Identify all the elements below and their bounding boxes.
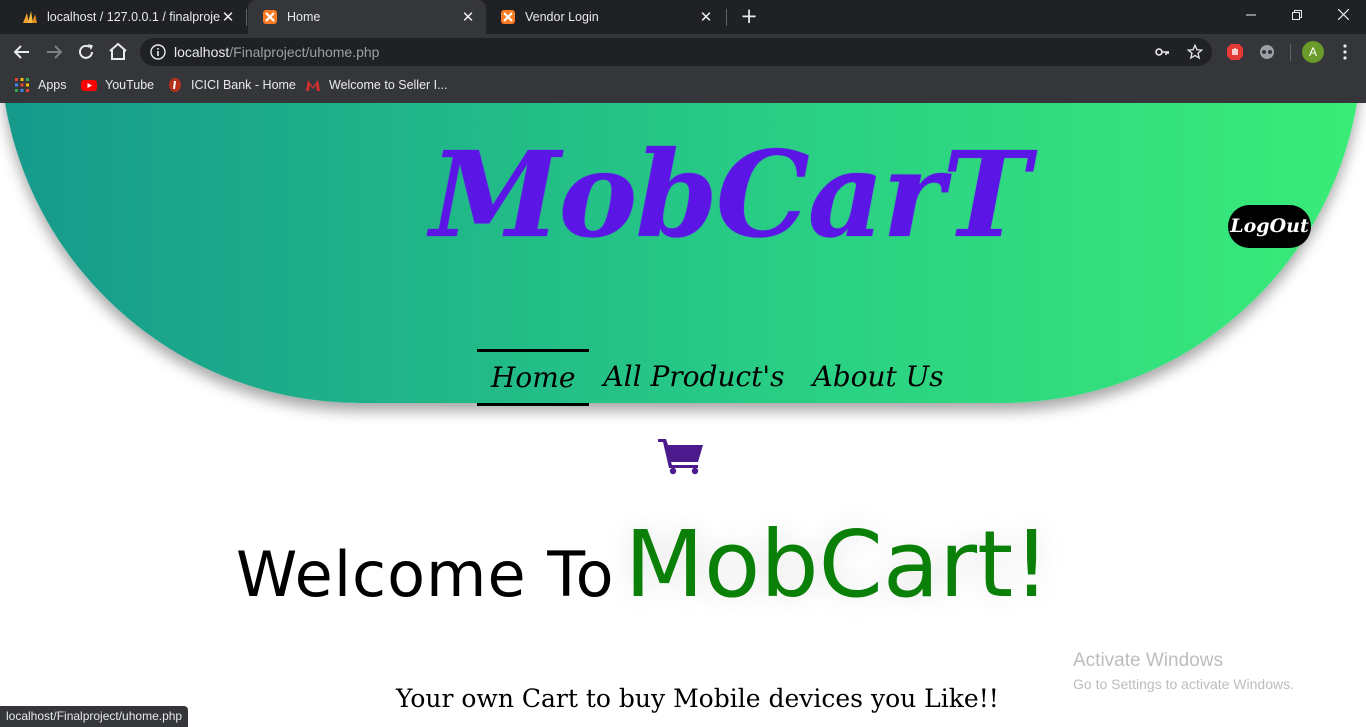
youtube-icon bbox=[81, 80, 97, 91]
bookmark-apps[interactable]: Apps bbox=[14, 77, 67, 93]
restore-button[interactable] bbox=[1274, 0, 1320, 30]
close-icon bbox=[1337, 8, 1349, 21]
new-tab-button[interactable]: + bbox=[737, 5, 761, 29]
tab-divider bbox=[246, 9, 247, 26]
url-text: localhost/Finalproject/uhome.php bbox=[174, 44, 379, 60]
url-path: /Finalproject/uhome.php bbox=[229, 44, 380, 60]
forward-icon[interactable] bbox=[42, 40, 66, 64]
menu-kebab-icon[interactable] bbox=[1336, 43, 1354, 61]
close-tab-icon[interactable]: ✕ bbox=[220, 8, 236, 26]
close-tab-icon[interactable]: ✕ bbox=[698, 8, 714, 26]
tab-title: localhost / 127.0.0.1 / finalproject bbox=[47, 10, 220, 24]
welcome-prefix: Welcome To bbox=[236, 538, 615, 611]
nav-home[interactable]: Home bbox=[477, 349, 590, 406]
tab-strip: localhost / 127.0.0.1 / finalproject ✕ H… bbox=[0, 0, 1366, 34]
activate-subtitle: Go to Settings to activate Windows. bbox=[1073, 676, 1294, 692]
minimize-icon bbox=[1246, 14, 1256, 15]
xampp-icon bbox=[501, 10, 515, 24]
phpmyadmin-icon bbox=[23, 11, 37, 23]
reload-icon[interactable] bbox=[74, 40, 98, 64]
page-viewport: MobCarT LogOut Home All Product's About … bbox=[0, 103, 1366, 727]
logout-button[interactable]: LogOut bbox=[1228, 205, 1311, 248]
site-logo[interactable]: MobCarT bbox=[430, 125, 1030, 264]
shopping-cart-icon[interactable] bbox=[658, 437, 704, 475]
home-icon[interactable] bbox=[106, 40, 130, 64]
key-icon[interactable] bbox=[1154, 44, 1170, 60]
tab-title: Home bbox=[287, 10, 321, 24]
restore-icon bbox=[1292, 9, 1302, 20]
activate-title: Activate Windows bbox=[1073, 650, 1223, 671]
bookmarks-bar: Apps YouTube ICICI Bank - Home Welcome t… bbox=[0, 70, 1366, 103]
welcome-heading: Welcome To MobCart! bbox=[236, 511, 1050, 618]
welcome-brand: MobCart! bbox=[624, 511, 1051, 618]
tab-phpmyadmin[interactable]: localhost / 127.0.0.1 / finalproject ✕ bbox=[8, 0, 246, 34]
avatar[interactable]: A bbox=[1302, 41, 1324, 63]
adblock-extension-icon[interactable] bbox=[1226, 43, 1244, 61]
info-icon[interactable] bbox=[150, 44, 166, 60]
bookmark-youtube[interactable]: YouTube bbox=[81, 77, 154, 93]
close-tab-icon[interactable]: ✕ bbox=[460, 8, 476, 26]
tagline: Your own Cart to buy Mobile devices you … bbox=[396, 684, 999, 713]
bookmark-seller[interactable]: Welcome to Seller I... bbox=[305, 77, 448, 93]
main-nav: Home All Product's About Us bbox=[477, 349, 972, 406]
xampp-icon bbox=[263, 10, 277, 24]
bookmark-label: Welcome to Seller I... bbox=[329, 78, 448, 92]
tab-vendor-login[interactable]: Vendor Login ✕ bbox=[486, 0, 724, 34]
url-host: localhost bbox=[174, 44, 230, 60]
bookmark-icici[interactable]: ICICI Bank - Home bbox=[167, 77, 296, 93]
address-bar[interactable]: localhost/Finalproject/uhome.php bbox=[140, 38, 1212, 66]
extension-icon[interactable] bbox=[1258, 43, 1276, 61]
star-icon[interactable] bbox=[1186, 43, 1204, 61]
bookmark-label: YouTube bbox=[105, 78, 155, 92]
toolbar-divider bbox=[1290, 44, 1291, 61]
minimize-button[interactable] bbox=[1228, 0, 1274, 30]
nav-all-products[interactable]: All Product's bbox=[603, 349, 784, 406]
seller-icon bbox=[306, 80, 320, 91]
tab-divider bbox=[726, 9, 727, 26]
bookmark-label: Apps bbox=[38, 78, 67, 92]
status-bar-url: localhost/Finalproject/uhome.php bbox=[0, 706, 189, 727]
browser-toolbar: localhost/Finalproject/uhome.php A bbox=[0, 34, 1366, 70]
tab-title: Vendor Login bbox=[525, 10, 599, 24]
close-window-button[interactable] bbox=[1320, 0, 1366, 30]
apps-grid-icon bbox=[15, 78, 29, 92]
icici-icon bbox=[169, 78, 181, 92]
bookmark-label: ICICI Bank - Home bbox=[191, 78, 296, 92]
tab-home[interactable]: Home ✕ bbox=[248, 0, 486, 34]
back-icon[interactable] bbox=[10, 40, 34, 64]
activate-windows-watermark: Activate Windows Go to Settings to activ… bbox=[1073, 650, 1294, 692]
nav-about-us[interactable]: About Us bbox=[812, 349, 943, 406]
